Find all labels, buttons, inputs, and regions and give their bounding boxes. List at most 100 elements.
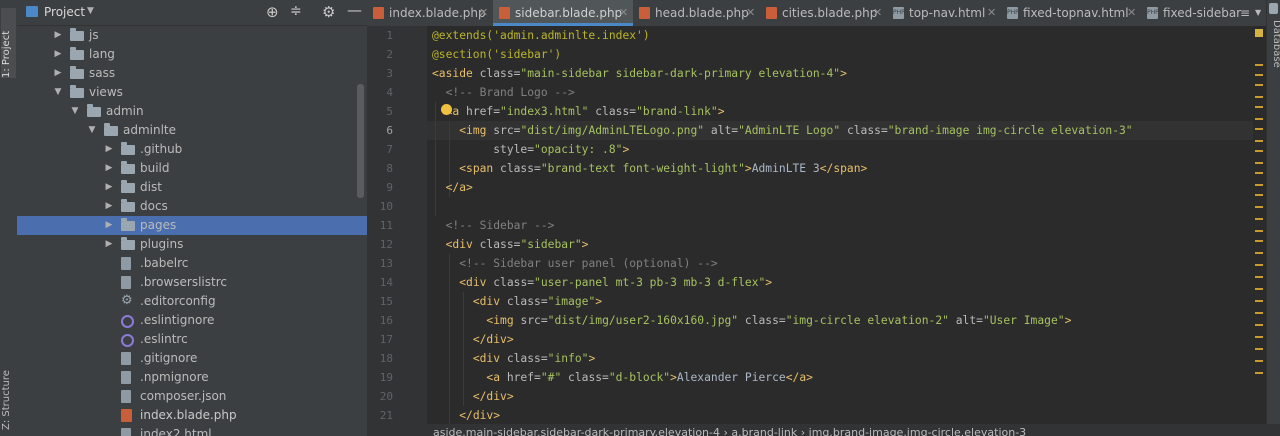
close-icon[interactable]: ✕ (1127, 0, 1136, 26)
chevron-right-icon[interactable]: ▶ (53, 26, 63, 45)
code-line: </div> (472, 390, 514, 403)
warning-marker[interactable] (1255, 372, 1263, 374)
tree-item[interactable]: .npmignore (17, 368, 367, 387)
chevron-right-icon[interactable]: ▶ (53, 64, 63, 83)
tree-item[interactable]: ▶ dist (17, 178, 367, 197)
tree-item[interactable]: ▶ docs (17, 197, 367, 216)
hide-panel-icon[interactable]: — (347, 1, 362, 19)
tree-item[interactable]: ▶ plugins (17, 235, 367, 254)
tree-item[interactable]: .babelrc (17, 254, 367, 273)
tree-item[interactable]: ▼ admin (17, 102, 367, 121)
warning-marker[interactable] (1255, 162, 1263, 164)
editor-tab[interactable]: PHP top-nav.html ✕ (887, 0, 1001, 26)
folder-icon (121, 161, 135, 174)
warning-marker[interactable] (1255, 64, 1263, 66)
warning-marker[interactable] (1255, 264, 1263, 266)
file-icon (121, 371, 131, 384)
tree-item[interactable]: composer.json (17, 387, 367, 406)
tree-item[interactable]: ▶ lang (17, 45, 367, 64)
chevron-right-icon[interactable]: ▶ (104, 216, 114, 235)
warning-marker[interactable] (1255, 336, 1263, 338)
warning-marker[interactable] (1255, 360, 1263, 362)
close-icon[interactable]: ✕ (619, 0, 628, 26)
chevron-down-icon[interactable]: ▼ (87, 121, 97, 140)
project-tool-button[interactable]: 1: Project (1, 8, 16, 78)
warning-marker[interactable] (1255, 348, 1263, 350)
tree-item[interactable]: .eslintignore (17, 311, 367, 330)
project-view-selector[interactable]: Project (44, 5, 85, 19)
chevron-right-icon[interactable]: ▶ (104, 178, 114, 197)
editor-tab[interactable]: PHP fixed-topnav.html ✕ (1001, 0, 1141, 26)
scrollbar-thumb[interactable] (357, 84, 364, 198)
tab-overflow-icon[interactable]: ≡ (1240, 6, 1250, 20)
editor-tab[interactable]: index.blade.php ✕ (367, 0, 493, 26)
chevron-right-icon[interactable]: ▶ (104, 159, 114, 178)
tree-item-label: pages (140, 218, 177, 232)
collapse-all-icon[interactable]: ≑ (290, 3, 302, 19)
tree-item[interactable]: ▶ build (17, 159, 367, 178)
warning-marker[interactable] (1255, 74, 1263, 76)
warning-marker[interactable] (1255, 184, 1263, 186)
chevron-down-icon[interactable]: ▼ (53, 83, 63, 102)
warning-marker[interactable] (1255, 312, 1263, 314)
database-tool-button[interactable]: Database (1267, 20, 1280, 72)
tree-item[interactable]: .gitignore (17, 349, 367, 368)
code-line: <img src="dist/img/AdminLTELogo.png" alt… (459, 124, 1133, 137)
warning-marker[interactable] (1255, 106, 1263, 108)
warning-marker[interactable] (1255, 240, 1263, 242)
structure-tool-button[interactable]: Z: Structure (1, 360, 16, 430)
tree-item[interactable]: ▼ views (17, 83, 367, 102)
html-file-icon: PHP (1007, 7, 1019, 19)
gear-icon[interactable]: ⚙ (322, 3, 335, 21)
editor-tab[interactable]: head.blade.php ✕ (633, 0, 760, 26)
tree-item[interactable]: index2.html (17, 425, 367, 436)
warning-marker[interactable] (1255, 206, 1263, 208)
warning-marker[interactable] (1255, 276, 1263, 278)
tree-item[interactable]: ▼ adminlte (17, 121, 367, 140)
breadcrumb-path[interactable]: aside.main-sidebar.sidebar-dark-primary.… (433, 426, 1026, 436)
warning-marker[interactable] (1255, 218, 1263, 220)
warning-marker[interactable] (1255, 150, 1263, 152)
tree-item[interactable]: .eslintrc (17, 330, 367, 349)
warning-marker[interactable] (1255, 288, 1263, 290)
warning-marker[interactable] (1255, 172, 1263, 174)
warning-marker[interactable] (1255, 300, 1263, 302)
warning-marker[interactable] (1255, 140, 1263, 142)
warning-marker[interactable] (1255, 128, 1263, 130)
folder-icon (70, 28, 84, 41)
tree-item[interactable]: index.blade.php (17, 406, 367, 425)
close-icon[interactable]: ✕ (873, 0, 882, 26)
chevron-right-icon[interactable]: ▶ (104, 140, 114, 159)
folder-icon (87, 104, 101, 117)
chevron-down-icon[interactable]: ▼ (70, 102, 80, 121)
warning-marker[interactable] (1255, 96, 1263, 98)
editor-tab[interactable]: cities.blade.php ✕ (760, 0, 887, 26)
tree-item[interactable]: .browserslistrc (17, 273, 367, 292)
tree-item[interactable]: ▶ .github (17, 140, 367, 159)
inspection-status-icon[interactable] (1255, 29, 1263, 37)
warning-marker[interactable] (1255, 194, 1263, 196)
tree-item[interactable]: ▶ js (17, 26, 367, 45)
warning-marker[interactable] (1255, 324, 1263, 326)
tree-item[interactable]: ▶ sass (17, 64, 367, 83)
editor-tab[interactable]: PHP fixed-sidebar (1141, 0, 1241, 26)
code-editor[interactable]: @extends('admin.adminlte.index') @section… (427, 26, 1253, 424)
tree-item[interactable]: ⚙ .editorconfig (17, 292, 367, 311)
warning-marker[interactable] (1255, 230, 1263, 232)
close-icon[interactable]: ✕ (479, 0, 488, 26)
close-icon[interactable]: ✕ (746, 0, 755, 26)
chevron-down-icon[interactable]: ▼ (1255, 8, 1261, 17)
editor-tab[interactable]: sidebar.blade.php ✕ (493, 0, 633, 26)
tree-item[interactable]: ▶ pages (17, 216, 367, 235)
warning-marker[interactable] (1255, 118, 1263, 120)
warning-marker[interactable] (1255, 84, 1263, 86)
chevron-right-icon[interactable]: ▶ (104, 235, 114, 254)
chevron-down-icon[interactable]: ▼ (87, 6, 94, 16)
locate-target-icon[interactable]: ⊕ (266, 3, 279, 21)
chevron-right-icon[interactable]: ▶ (53, 45, 63, 64)
lightbulb-icon[interactable] (441, 104, 452, 115)
warning-marker[interactable] (1255, 252, 1263, 254)
close-icon[interactable]: ✕ (987, 0, 996, 26)
project-panel-header: Project ▼ ⊕ ≑ ⚙ — (17, 0, 367, 26)
chevron-right-icon[interactable]: ▶ (104, 197, 114, 216)
